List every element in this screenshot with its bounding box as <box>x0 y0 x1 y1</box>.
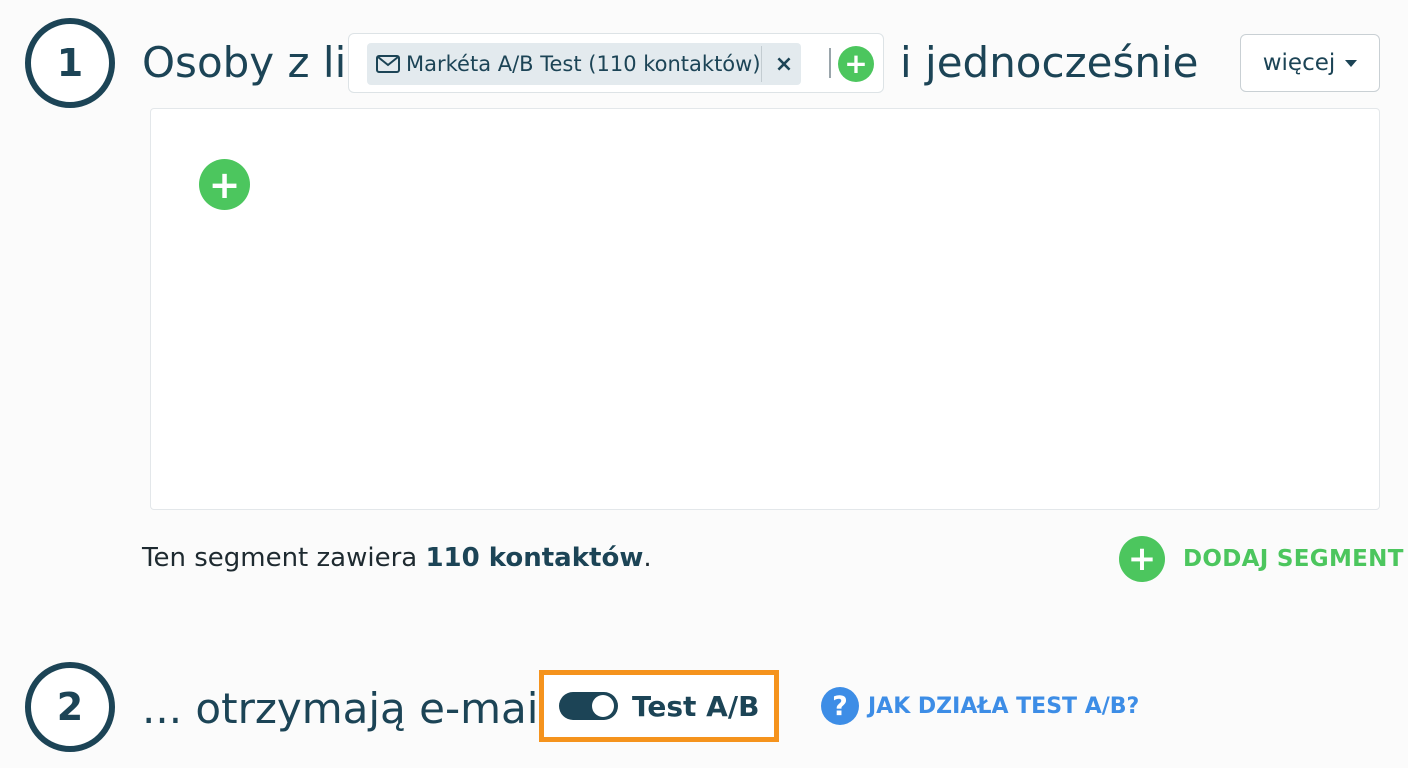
add-list-button[interactable]: + <box>838 46 874 82</box>
step-2-number: 2 <box>56 685 84 729</box>
ab-test-help-link[interactable]: ? JAK DZIAŁA TEST A/B? <box>821 686 1139 726</box>
remove-list-tag-button[interactable]: × <box>767 43 801 85</box>
envelope-icon <box>376 54 402 74</box>
plus-icon: + <box>1119 536 1165 582</box>
list-tag-label: Markéta A/B Test (110 kontaktów) <box>406 52 761 76</box>
step-2-heading: ... otrzymają e-mail. <box>142 684 564 733</box>
segment-info-prefix: Ten segment zawiera <box>142 543 426 573</box>
list-selector[interactable]: Markéta A/B Test (110 kontaktów) × + <box>348 33 884 93</box>
more-dropdown[interactable]: więcej <box>1240 34 1380 92</box>
step-1-badge: 1 <box>25 18 115 108</box>
step-1-number: 1 <box>56 41 84 85</box>
segment-info: Ten segment zawiera 110 kontaktów. <box>142 543 652 573</box>
add-segment-button[interactable]: + DODAJ SEGMENT <box>1119 536 1404 582</box>
ab-test-label: Test A/B <box>632 689 760 723</box>
conditions-panel: + <box>150 108 1380 510</box>
ab-test-toggle[interactable] <box>559 692 618 720</box>
list-tag: Markéta A/B Test (110 kontaktów) × <box>367 43 801 85</box>
add-segment-label: DODAJ SEGMENT <box>1183 546 1404 572</box>
more-dropdown-label: więcej <box>1262 50 1336 76</box>
step-2-badge: 2 <box>25 662 115 752</box>
tag-divider <box>761 46 762 82</box>
step-1-heading-suffix: i jednocześnie <box>900 38 1199 87</box>
caret-down-icon <box>1345 59 1358 67</box>
question-icon: ? <box>821 687 859 725</box>
ab-test-help-label: JAK DZIAŁA TEST A/B? <box>868 693 1140 719</box>
add-condition-button[interactable]: + <box>199 159 250 210</box>
ab-test-toggle-box[interactable]: Test A/B <box>539 670 779 742</box>
segment-info-suffix: . <box>643 543 652 573</box>
text-cursor <box>829 48 831 78</box>
segment-contact-count: 110 kontaktów <box>425 543 644 573</box>
toggle-knob <box>592 695 614 717</box>
